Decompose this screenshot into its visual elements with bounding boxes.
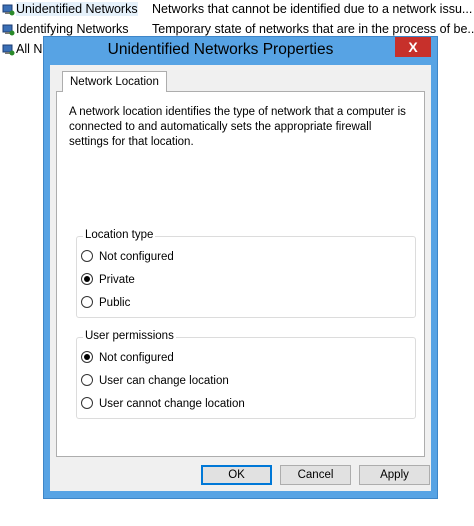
list-item-description: Temporary state of networks that are in … [152,22,474,36]
ok-button[interactable]: OK [201,465,272,485]
radio-circle-icon [81,250,93,262]
list-item[interactable]: Unidentified Networks Networks that cann… [0,0,474,20]
properties-dialog: Unidentified Networks Properties X Netwo… [43,36,438,499]
radio-circle-icon [81,397,93,409]
location-type-group: Location type Not configured Private Pub… [76,229,416,318]
radio-user-cannot-change[interactable]: User cannot change location [81,396,245,412]
tab-panel: A network location identifies the type o… [56,91,425,457]
cancel-button[interactable]: Cancel [280,465,351,485]
network-icon [2,44,15,56]
tab-network-location[interactable]: Network Location [62,71,167,92]
list-item-description: Networks that cannot be identified due t… [152,2,473,16]
radio-label: Private [99,274,135,286]
radio-circle-icon [81,296,93,308]
radio-label: User cannot change location [99,398,245,410]
radio-location-private[interactable]: Private [81,272,135,288]
radio-user-can-change[interactable]: User can change location [81,373,229,389]
network-icon [2,24,15,36]
radio-circle-icon [81,374,93,386]
radio-label: User can change location [99,375,229,387]
radio-selected-icon [81,273,93,285]
list-item-name: Identifying Networks [16,22,129,36]
dialog-title: Unidentified Networks Properties [107,41,334,58]
radio-label: Public [99,297,131,309]
group-label: User permissions [83,330,176,342]
radio-location-not-configured[interactable]: Not configured [81,249,174,265]
list-item-name: All N [16,42,43,56]
user-permissions-group: User permissions Not configured User can… [76,330,416,419]
radio-label: Not configured [99,352,174,364]
intro-text: A network location identifies the type o… [69,106,406,148]
apply-button[interactable]: Apply [359,465,430,485]
radio-permission-not-configured[interactable]: Not configured [81,350,174,366]
group-label: Location type [83,229,156,241]
dialog-client: Network Location A network location iden… [50,65,431,491]
radio-location-public[interactable]: Public [81,295,130,311]
title-bar[interactable]: Unidentified Networks Properties X [44,37,437,65]
radio-selected-icon [81,351,93,363]
network-icon [2,4,15,16]
radio-label: Not configured [99,251,174,263]
list-item-name: Unidentified Networks [16,2,138,16]
close-button[interactable]: X [395,37,431,57]
